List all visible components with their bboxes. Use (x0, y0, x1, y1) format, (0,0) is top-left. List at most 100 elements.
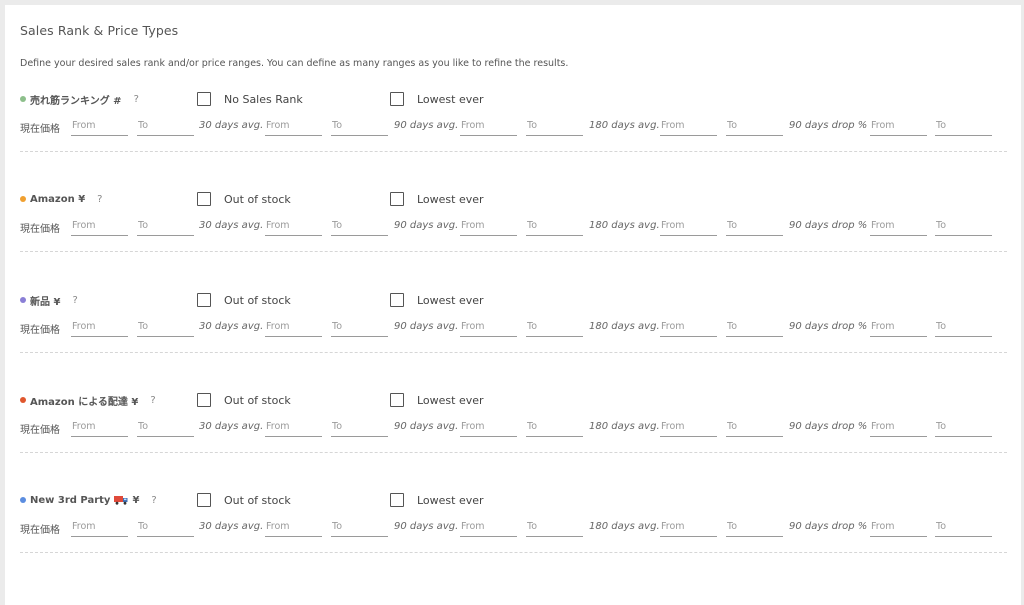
avg90-to-input[interactable] (526, 516, 583, 537)
checkbox-box[interactable] (197, 92, 211, 106)
current-from-input[interactable] (71, 115, 128, 136)
avg30-from-input[interactable] (265, 115, 322, 136)
out-of-stock-checkbox[interactable]: Out of stock (197, 392, 291, 408)
drop90-to-input[interactable] (935, 416, 992, 437)
avg30-from-input[interactable] (265, 416, 322, 437)
avg90-to-input[interactable] (526, 316, 583, 337)
checkbox-box[interactable] (197, 192, 211, 206)
avg180-to-input[interactable] (726, 416, 783, 437)
current-from-input[interactable] (71, 416, 128, 437)
avg30-from-input[interactable] (265, 316, 322, 337)
avg30-to-input[interactable] (331, 416, 388, 437)
avg180-from-input[interactable] (660, 115, 717, 136)
avg90-from-input[interactable] (460, 316, 517, 337)
current-from-input[interactable] (71, 316, 128, 337)
current-to-input[interactable] (137, 416, 194, 437)
help-icon[interactable]: ? (72, 295, 77, 306)
checkbox-label: No Sales Rank (224, 92, 303, 106)
section-divider (20, 352, 1007, 353)
current-from-input[interactable] (71, 516, 128, 537)
checkbox-box[interactable] (390, 493, 404, 507)
help-icon[interactable]: ? (151, 495, 156, 506)
checkbox-label: Out of stock (224, 493, 291, 507)
section-label: 売れ筋ランキング # (30, 95, 122, 107)
avg180-from-input[interactable] (660, 516, 717, 537)
avg180-label: 180 days avg. (589, 521, 660, 532)
lowest-ever-checkbox[interactable]: Lowest ever (390, 392, 484, 408)
avg90-from-input[interactable] (460, 115, 517, 136)
drop90-to-input[interactable] (935, 215, 992, 236)
current-price-label: 現在価格 (20, 325, 60, 336)
range-row: 現在価格 30 days avg. 90 days avg. 180 days … (5, 415, 1021, 439)
out-of-stock-checkbox[interactable]: Out of stock (197, 292, 291, 308)
current-from-input[interactable] (71, 215, 128, 236)
avg180-to-input[interactable] (726, 516, 783, 537)
delivery-truck-icon (114, 495, 128, 505)
series-color-dot (20, 196, 26, 202)
section-label: Amazon による配達 ¥ (30, 396, 139, 408)
lowest-ever-checkbox[interactable]: Lowest ever (390, 191, 484, 207)
checkbox-label: Out of stock (224, 192, 291, 206)
current-price-label: 現在価格 (20, 224, 60, 235)
checkbox-box[interactable] (390, 393, 404, 407)
avg90-label: 90 days avg. (394, 120, 459, 131)
avg180-to-input[interactable] (726, 115, 783, 136)
avg90-from-input[interactable] (460, 516, 517, 537)
lowest-ever-checkbox[interactable]: Lowest ever (390, 292, 484, 308)
drop90-from-input[interactable] (870, 516, 927, 537)
range-row: 現在価格 30 days avg. 90 days avg. 180 days … (5, 315, 1021, 339)
series-color-dot (20, 497, 26, 503)
drop90-to-input[interactable] (935, 516, 992, 537)
checkbox-box[interactable] (390, 192, 404, 206)
avg180-to-input[interactable] (726, 316, 783, 337)
avg90-label: 90 days avg. (394, 220, 459, 231)
avg180-from-input[interactable] (660, 416, 717, 437)
help-icon[interactable]: ? (97, 194, 102, 205)
avg180-from-input[interactable] (660, 316, 717, 337)
avg30-to-input[interactable] (331, 115, 388, 136)
current-to-input[interactable] (137, 516, 194, 537)
range-row: 現在価格 30 days avg. 90 days avg. 180 days … (5, 214, 1021, 238)
avg90-from-input[interactable] (460, 416, 517, 437)
avg30-from-input[interactable] (265, 516, 322, 537)
out-of-stock-checkbox[interactable]: Out of stock (197, 191, 291, 207)
avg90-label: 90 days avg. (394, 521, 459, 532)
help-icon[interactable]: ? (150, 395, 155, 406)
series-color-dot (20, 96, 26, 102)
drop90-to-input[interactable] (935, 316, 992, 337)
avg180-to-input[interactable] (726, 215, 783, 236)
help-icon[interactable]: ? (134, 94, 139, 105)
drop90-from-input[interactable] (870, 215, 927, 236)
checkbox-box[interactable] (390, 92, 404, 106)
drop90-from-input[interactable] (870, 316, 927, 337)
avg30-from-input[interactable] (265, 215, 322, 236)
checkbox-box[interactable] (197, 293, 211, 307)
avg90-from-input[interactable] (460, 215, 517, 236)
checkbox-box[interactable] (197, 393, 211, 407)
drop90-label: 90 days drop % (789, 421, 868, 432)
avg30-to-input[interactable] (331, 516, 388, 537)
no-sales-rank-checkbox[interactable]: No Sales Rank (197, 91, 303, 107)
current-to-input[interactable] (137, 316, 194, 337)
checkbox-box[interactable] (197, 493, 211, 507)
out-of-stock-checkbox[interactable]: Out of stock (197, 492, 291, 508)
drop90-to-input[interactable] (935, 115, 992, 136)
drop90-from-input[interactable] (870, 115, 927, 136)
current-to-input[interactable] (137, 215, 194, 236)
drop90-from-input[interactable] (870, 416, 927, 437)
avg30-to-input[interactable] (331, 215, 388, 236)
avg180-label: 180 days avg. (589, 120, 660, 131)
avg180-from-input[interactable] (660, 215, 717, 236)
avg90-to-input[interactable] (526, 115, 583, 136)
current-price-label: 現在価格 (20, 525, 60, 536)
lowest-ever-checkbox[interactable]: Lowest ever (390, 91, 484, 107)
avg90-label: 90 days avg. (394, 321, 459, 332)
lowest-ever-checkbox[interactable]: Lowest ever (390, 492, 484, 508)
checkbox-label: Lowest ever (417, 192, 484, 206)
checkbox-box[interactable] (390, 293, 404, 307)
avg90-to-input[interactable] (526, 416, 583, 437)
avg30-to-input[interactable] (331, 316, 388, 337)
current-to-input[interactable] (137, 115, 194, 136)
avg90-to-input[interactable] (526, 215, 583, 236)
section-label: 新品 ¥ (30, 296, 61, 308)
